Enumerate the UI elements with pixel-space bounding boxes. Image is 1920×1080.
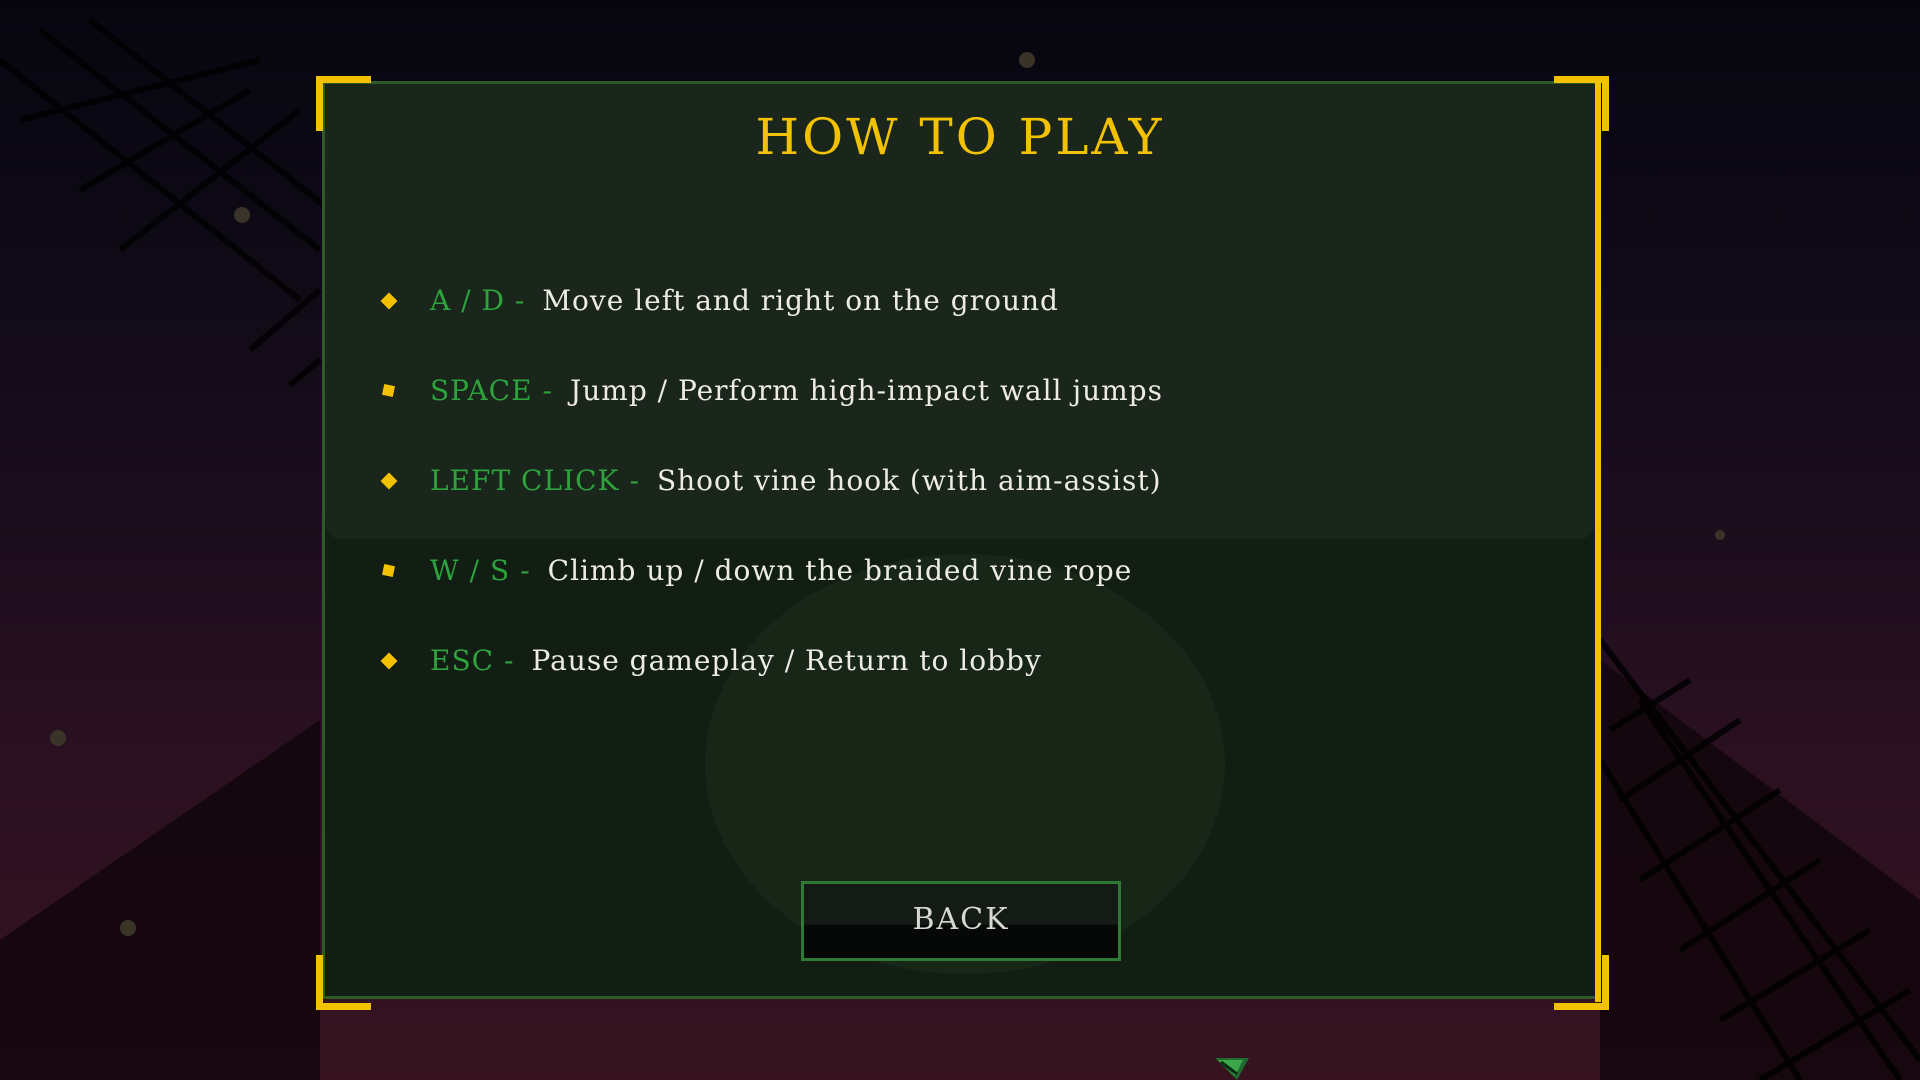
control-separator: -: [504, 643, 514, 677]
back-button[interactable]: BACK: [801, 881, 1121, 961]
control-key: A / D: [430, 283, 505, 317]
control-description: Move left and right on the ground: [542, 283, 1059, 317]
control-description: Jump / Perform high-impact wall jumps: [570, 373, 1163, 407]
control-separator: -: [520, 553, 530, 587]
control-description: Climb up / down the braided vine rope: [547, 553, 1133, 587]
particle: [234, 207, 250, 223]
diamond-bullet-icon: [380, 472, 398, 490]
control-key: W / S: [430, 553, 511, 587]
panel-right-accent-bar: [1595, 82, 1601, 1002]
corner-bracket-bottom-left: [316, 955, 371, 1010]
control-row: LEFT CLICK - Shoot vine hook (with aim-a…: [380, 435, 1163, 525]
particle: [50, 730, 66, 746]
arrow-cursor-icon: [1215, 1058, 1249, 1080]
control-description: Shoot vine hook (with aim-assist): [656, 463, 1162, 497]
diamond-bullet-icon: [380, 292, 398, 310]
particle: [1715, 530, 1725, 540]
page-title: HOW TO PLAY: [755, 108, 1165, 166]
mountain-left: [0, 720, 320, 1080]
control-row: ESC - Pause gameplay / Return to lobby: [380, 615, 1163, 705]
controls-list: A / D - Move left and right on the groun…: [380, 255, 1163, 705]
control-description: Pause gameplay / Return to lobby: [531, 643, 1042, 677]
square-bullet-icon: [381, 563, 396, 578]
control-key: SPACE: [430, 373, 533, 407]
control-key: LEFT CLICK: [430, 463, 620, 497]
control-separator: -: [629, 463, 639, 497]
particle: [120, 920, 136, 936]
diamond-bullet-icon: [380, 652, 398, 670]
lattice-top-left: [0, 17, 332, 388]
control-row: SPACE - Jump / Perform high-impact wall …: [380, 345, 1163, 435]
control-row: A / D - Move left and right on the groun…: [380, 255, 1163, 345]
control-separator: -: [514, 283, 525, 317]
control-separator: -: [542, 373, 553, 407]
corner-bracket-bottom-right: [1554, 955, 1609, 1010]
control-key: ESC: [430, 643, 495, 677]
particle: [1019, 52, 1035, 68]
square-bullet-icon: [381, 383, 396, 398]
control-row: W / S - Climb up / down the braided vine…: [380, 525, 1163, 615]
